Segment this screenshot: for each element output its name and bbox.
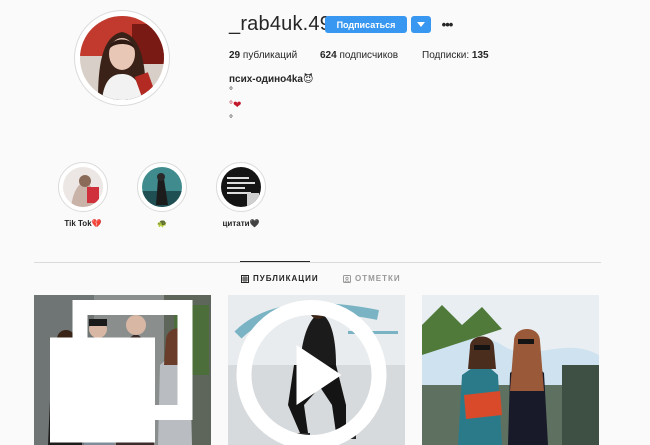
tab-posts-label: ПУБЛИКАЦИИ [253,274,319,283]
post-thumbnail[interactable] [422,295,599,445]
video-icon [236,300,387,445]
followers-count-label: подписчиков [336,50,399,61]
avatar[interactable] [80,16,164,100]
highlight-cover [142,167,182,207]
multiple-photos-icon [50,300,193,443]
tab-tagged[interactable]: ОТМЕТКИ [343,274,401,283]
tagged-icon [343,274,351,283]
post-thumbnail[interactable] [34,295,211,445]
follow-button[interactable]: Подписаться [325,16,407,33]
highlight-cover-image [221,167,261,207]
suggestions-dropdown-button[interactable] [411,16,431,33]
highlight-cover-image [142,167,182,207]
tab-tagged-label: ОТМЕТКИ [355,274,401,283]
profile-avatar-ring[interactable] [74,10,170,106]
bio-line-1: ° [229,86,233,97]
post-thumbnail[interactable] [228,295,405,445]
highlight-label: Tik Tok💔 [64,219,102,228]
highlight-label: 🐢 [157,219,167,228]
followers-count[interactable]: 624 подписчиков [320,50,398,61]
bio-line-2: °❤ [229,100,242,111]
tab-posts[interactable]: ПУБЛИКАЦИИ [241,274,319,283]
highlight-item[interactable]: цитати🖤 [216,162,266,228]
following-count-label: Подписки: [422,50,472,61]
highlight-ring [137,162,187,212]
highlight-ring [216,162,266,212]
highlight-ring [58,162,108,212]
grid-icon [241,274,249,283]
active-tab-indicator [240,261,310,262]
posts-count-value: 29 [229,50,241,61]
highlight-cover [63,167,103,207]
chevron-down-icon [417,21,425,27]
highlight-label: цитати🖤 [222,219,260,228]
followers-count-value: 624 [320,50,337,61]
post-image [422,295,599,445]
highlight-cover-image [63,167,103,207]
tabs-divider [34,262,601,263]
more-options-button[interactable]: ••• [440,15,454,33]
following-count[interactable]: Подписки: 135 [422,50,489,61]
posts-count-label: публикаций [240,50,298,61]
posts-count: 29 публикаций [229,50,297,61]
highlight-item[interactable]: Tik Tok💔 [58,162,108,228]
bio-full-name: псих-одино4ka😈 [229,74,314,85]
bio-line-3: ° [229,114,233,125]
following-count-value: 135 [471,50,489,61]
avatar-image [80,16,164,100]
highlight-item[interactable]: 🐢 [137,162,187,228]
highlight-cover [221,167,261,207]
